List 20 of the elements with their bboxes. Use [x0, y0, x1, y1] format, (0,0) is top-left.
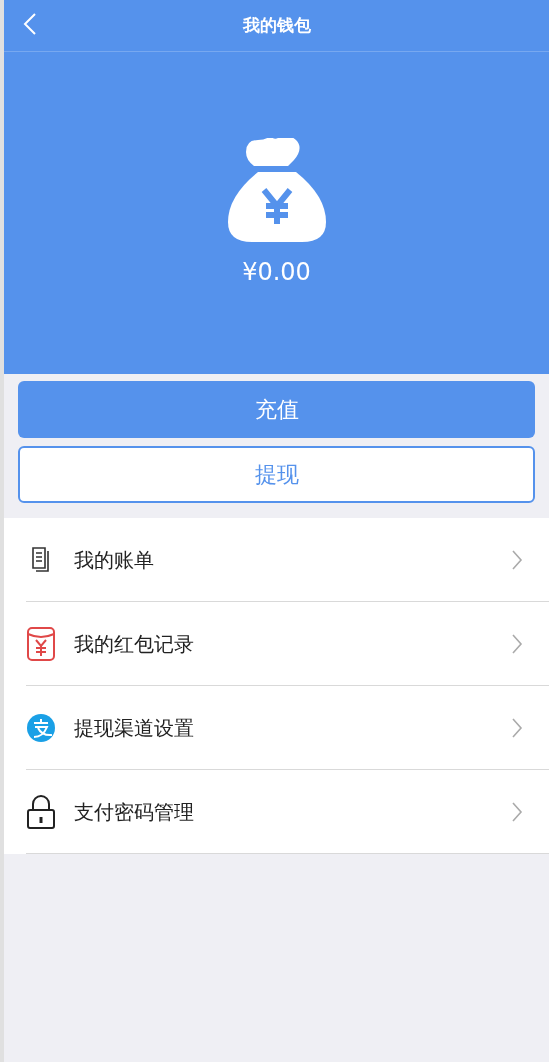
chevron-right-icon: [511, 548, 523, 571]
menu-item[interactable]: 我的账单: [26, 518, 549, 602]
menu-label: 我的红包记录: [74, 630, 194, 658]
payment-icon: [27, 713, 55, 742]
money-bag-icon: [227, 138, 326, 242]
chevron-right-icon: [511, 716, 523, 739]
back-icon[interactable]: [22, 12, 38, 36]
envelope-icon: [26, 625, 56, 662]
menu-item[interactable]: 我的红包记录: [26, 602, 549, 686]
menu-label: 支付密码管理: [74, 798, 194, 826]
page-title: 我的钱包: [242, 13, 311, 37]
menu-item[interactable]: 提现渠道设置: [26, 686, 549, 770]
menu-label: 提现渠道设置: [74, 714, 194, 742]
chevron-right-icon: [511, 632, 523, 655]
menu-item[interactable]: 支付密码管理: [26, 770, 549, 854]
document-icon: [31, 545, 51, 574]
balance-amount: ¥0.00: [242, 257, 311, 288]
lock-icon: [26, 793, 56, 830]
chevron-right-icon: [511, 800, 523, 823]
menu-label: 我的账单: [74, 546, 154, 574]
